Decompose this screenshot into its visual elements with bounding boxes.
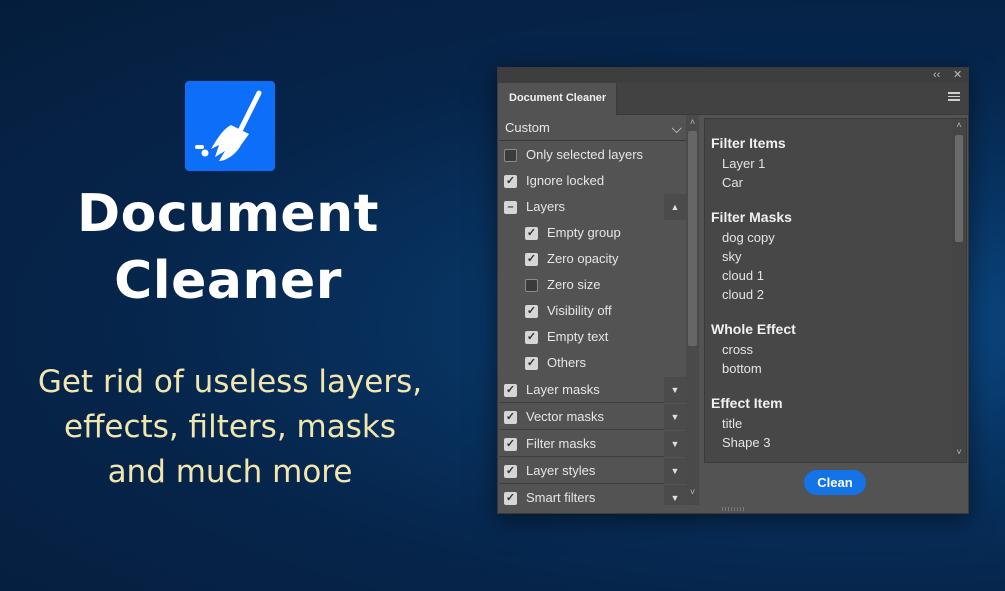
collapse-icon[interactable]: ‹‹ [933,68,940,83]
list-item[interactable]: Car [711,173,951,192]
list-item[interactable]: dog copy [711,228,951,247]
option-label: Empty group [547,225,621,240]
option-label: Smart filters [526,490,596,505]
clean-button[interactable]: Clean [804,470,866,495]
close-icon[interactable]: ✕ [953,68,962,83]
list-item[interactable]: bottom [711,359,951,378]
checkbox[interactable]: ✓ [504,384,517,397]
promo-title-line2: Cleaner [114,251,342,311]
results-list: Filter Items Layer 1 Car Filter Masks dog co… [704,118,967,463]
expand-arrow-icon[interactable]: ▼ [664,485,686,505]
promo-section: Document Cleaner Get rid of useless laye… [0,0,470,591]
collapse-arrow-icon[interactable]: ▲ [664,194,686,220]
scroll-down-icon[interactable]: ˅ [686,487,699,497]
list-item[interactable]: cloud 2 [711,285,951,304]
option-label: Vector masks [526,409,605,424]
panel-titlebar: ‹‹ ✕ [498,68,968,83]
checkbox[interactable]: ✓ [525,305,538,318]
option-row[interactable]: ✓ Vector masks ▼ [499,404,686,430]
scroll-down-icon[interactable]: ˅ [952,447,966,457]
results-spacer [711,192,951,207]
option-label: Zero size [547,277,601,292]
checkbox[interactable]: ✓ [504,175,517,188]
options-scrollbar[interactable]: ˄ ˅ [686,115,699,505]
checkbox[interactable]: ✓ [504,411,517,424]
options-scroll-thumb[interactable] [688,131,697,346]
checkbox[interactable]: ✓ [525,331,538,344]
checkbox[interactable]: ✓ [525,357,538,370]
results-spacer [711,304,951,319]
option-label: Only selected layers [526,147,644,162]
expand-arrow-icon[interactable]: ▼ [664,431,686,457]
results-group-heading: Whole Effect [711,321,796,337]
results-group-heading: Filter Items [711,135,786,151]
app-logo [185,81,275,171]
scroll-up-icon[interactable]: ˄ [952,120,966,130]
results-scroll-thumb[interactable] [955,135,963,242]
promo-tagline-line2: effects, filters, masks [64,409,396,445]
preset-dropdown[interactable]: Custom ⌵ [499,115,686,141]
option-row[interactable]: ✓ Filter masks ▼ [499,431,686,457]
option-row[interactable]: ✓ Smart filters ▼ [499,485,686,505]
option-label: Empty text [547,329,609,344]
option-row[interactable]: ✓ Others [499,350,686,376]
promo-tagline-line1: Get rid of useless layers, [37,364,423,400]
list-item[interactable]: sky [711,247,951,266]
option-label: Layer masks [526,382,600,397]
option-row[interactable]: ✓ Visibility off [499,298,686,324]
checkbox[interactable]: ✓ [504,465,517,478]
option-label: Zero opacity [547,251,619,266]
checkbox[interactable]: – [504,201,517,214]
list-item[interactable]: cross [711,340,951,359]
resize-grip[interactable] [722,507,744,511]
results-scrollbar[interactable]: ˄ ˅ [952,119,966,462]
options-list: Custom ⌵ Only selected layers ✓ Ignore loc… [498,115,686,505]
option-label: Filter masks [526,436,597,451]
checkbox[interactable]: ✓ [504,438,517,451]
document-cleaner-panel: ‹‹ ✕ Document Cleaner Custom ⌵ Only sele… [497,67,969,514]
list-item[interactable]: title [711,414,951,433]
option-row[interactable]: ✓ Layer styles ▼ [499,458,686,484]
expand-arrow-icon[interactable]: ▼ [664,404,686,430]
results-group-heading: Effect Item [711,395,783,411]
option-row[interactable]: ✓ Ignore locked [499,168,686,194]
expand-arrow-icon[interactable]: ▼ [664,458,686,484]
list-item[interactable]: cloud 1 [711,266,951,285]
option-label: Others [547,355,587,370]
list-item[interactable]: Layer 1 [711,154,951,173]
expand-arrow-icon[interactable]: ▼ [664,377,686,403]
option-row[interactable]: – Layers ▲ [499,194,686,220]
option-label: Visibility off [547,303,612,318]
panel-tab-row: Document Cleaner [498,83,968,115]
broom-icon [195,90,262,161]
list-item[interactable]: Shape 3 [711,433,951,452]
results-group-heading: Filter Masks [711,209,792,225]
option-row[interactable]: ✓ Zero opacity [499,246,686,272]
promo-tagline-line3: and much more [107,454,353,490]
option-row[interactable]: ✓ Empty group [499,220,686,246]
option-row[interactable]: Zero size [499,272,686,298]
checkbox[interactable]: ✓ [525,253,538,266]
panel-menu-icon[interactable] [948,92,960,102]
checkbox[interactable] [525,279,538,292]
option-row[interactable]: ✓ Empty text [499,324,686,350]
option-row[interactable]: ✓ Layer masks ▼ [499,377,686,403]
checkbox[interactable]: ✓ [504,492,517,505]
option-label: Layer styles [526,463,596,478]
checkbox[interactable]: ✓ [525,227,538,240]
promo-title-line1: Document [76,184,380,244]
scroll-up-icon[interactable]: ˄ [686,117,699,127]
option-row[interactable]: Only selected layers [499,142,686,168]
option-label: Ignore locked [526,173,605,188]
checkbox[interactable] [504,149,517,162]
option-label: Layers [526,199,566,214]
tab-document-cleaner[interactable]: Document Cleaner [498,83,617,115]
preset-dropdown-value: Custom [505,120,550,135]
chevron-down-icon: ⌵ [671,120,682,136]
results-spacer [711,378,951,393]
